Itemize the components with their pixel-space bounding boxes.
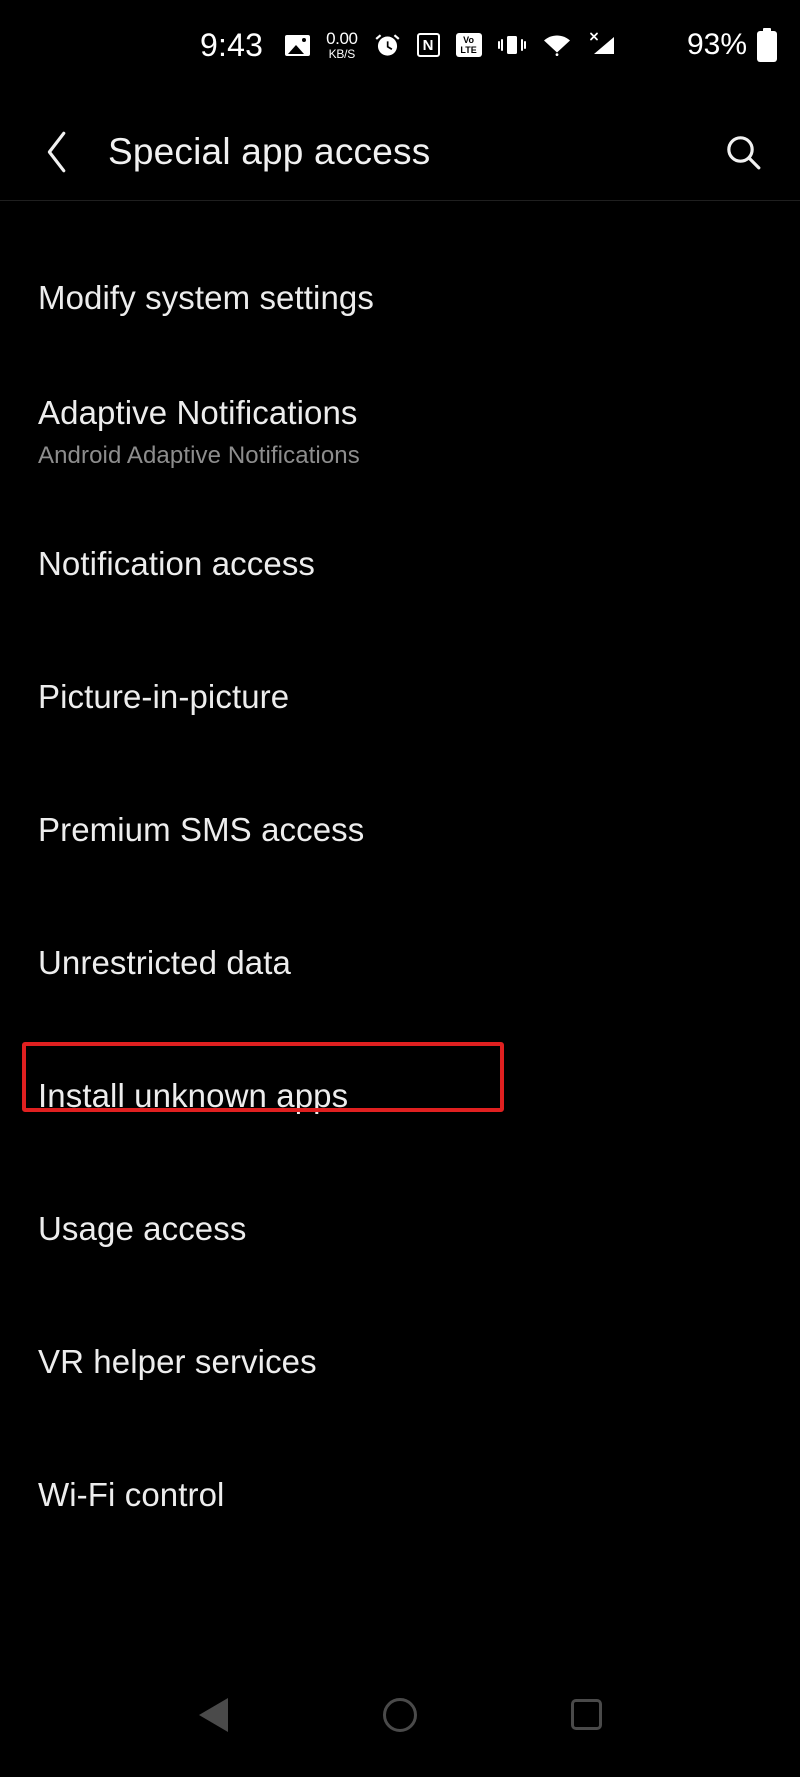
list-item-label: Picture-in-picture (38, 678, 290, 716)
chevron-left-icon (47, 131, 66, 173)
list-item-premium-sms-access[interactable]: Premium SMS access (0, 764, 800, 897)
list-item-wifi-control[interactable]: Wi-Fi control (0, 1429, 800, 1562)
status-bar: 9:43 0.00 KB/S Vo LTE (0, 0, 800, 90)
list-item-vr-helper-services[interactable]: VR helper services (0, 1296, 800, 1429)
nav-back-button[interactable] (173, 1675, 253, 1755)
list-item-label: Install unknown apps (38, 1077, 349, 1115)
volte-icon: Vo LTE (455, 33, 482, 57)
image-icon (285, 34, 311, 56)
list-item-label: Modify system settings (38, 279, 374, 317)
nfc-icon (416, 33, 440, 57)
list-item-unrestricted-data[interactable]: Unrestricted data (0, 897, 800, 1030)
settings-list[interactable]: Do Not Disturb access Modify system sett… (0, 200, 800, 1652)
list-item-sublabel: Android Adaptive Notifications (38, 441, 360, 469)
system-navigation-bar (0, 1652, 800, 1777)
list-item-modify-system-settings[interactable]: Modify system settings (0, 232, 800, 365)
wifi-icon (542, 33, 572, 57)
network-speed-indicator: 0.00 KB/S (326, 30, 358, 60)
list-item-adaptive-notifications[interactable]: Adaptive Notifications Android Adaptive … (0, 365, 800, 498)
settings-list-inner: Do Not Disturb access Modify system sett… (0, 200, 800, 1562)
alarm-icon (374, 32, 401, 59)
list-item-install-unknown-apps[interactable]: Install unknown apps (0, 1030, 800, 1163)
page-title: Special app access (108, 131, 431, 172)
list-item-label: Unrestricted data (38, 944, 291, 982)
nav-recents-button[interactable] (547, 1675, 627, 1755)
status-bar-icon-group: 0.00 KB/S Vo LTE (285, 30, 687, 60)
list-item-label: Premium SMS access (38, 811, 365, 849)
list-item-label: Notification access (38, 545, 316, 583)
android-settings-screen: 9:43 0.00 KB/S Vo LTE (0, 0, 800, 1777)
list-item-do-not-disturb-access[interactable]: Do Not Disturb access (0, 200, 800, 232)
network-speed-value: 0.00 (326, 29, 358, 48)
app-bar: Special app access (0, 104, 800, 200)
back-navigation-button[interactable] (30, 124, 86, 180)
list-item-label: Adaptive Notifications (38, 394, 358, 432)
circle-home-icon (382, 1697, 417, 1732)
nav-home-button[interactable] (360, 1675, 440, 1755)
list-item-usage-access[interactable]: Usage access (0, 1163, 800, 1296)
list-item-label: Wi-Fi control (38, 1476, 225, 1514)
status-bar-right-group: 93% (687, 28, 778, 62)
list-item-label: Do Not Disturb access (38, 200, 762, 208)
list-item-picture-in-picture[interactable]: Picture-in-picture (0, 631, 800, 764)
square-recents-icon (571, 1699, 603, 1730)
battery-icon (756, 28, 778, 62)
vibrate-icon (497, 33, 526, 57)
network-speed-unit: KB/S (328, 47, 356, 61)
battery-percent-label: 93% (686, 28, 747, 61)
search-icon (727, 136, 761, 170)
search-button[interactable] (714, 123, 772, 181)
triangle-back-icon (198, 1697, 228, 1732)
list-item-notification-access[interactable]: Notification access (0, 498, 800, 631)
volte-label-bottom: LTE (460, 45, 477, 55)
volte-label-top: Vo (463, 35, 475, 45)
list-item-label: Usage access (38, 1210, 247, 1248)
list-item-label: VR helper services (38, 1343, 317, 1381)
cellular-signal-icon (588, 32, 618, 58)
status-clock: 9:43 (200, 27, 264, 63)
